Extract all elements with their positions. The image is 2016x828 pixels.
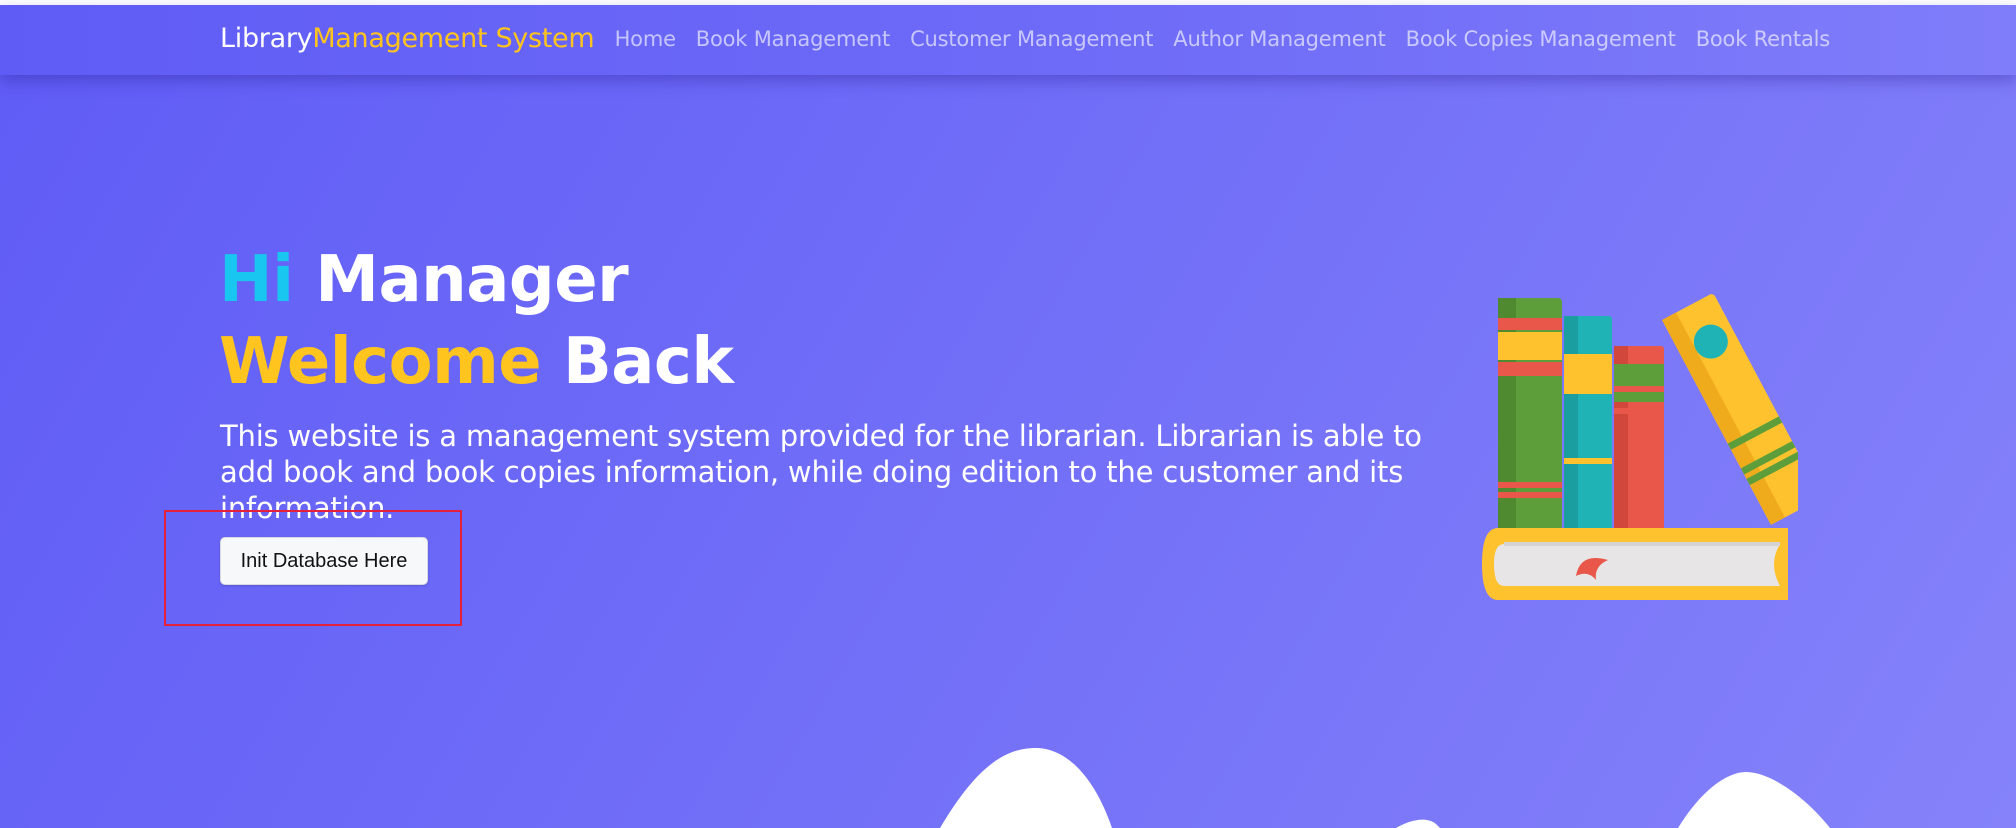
nav-link-book-management[interactable]: Book Management xyxy=(696,27,890,51)
hero-back: Back xyxy=(562,325,734,399)
nav-link-customer-management[interactable]: Customer Management xyxy=(910,27,1153,51)
brand-logo[interactable]: LibraryManagement System xyxy=(220,23,595,54)
hero-welcome: Welcome Back xyxy=(219,325,734,399)
hero-manager: Manager xyxy=(315,243,629,317)
navbar: LibraryManagement System Home Book Manag… xyxy=(0,5,2016,75)
hero-greeting: Hi Manager xyxy=(219,243,629,317)
books-illustration xyxy=(1482,294,1798,600)
brand-part-library: Library xyxy=(220,23,313,54)
nav-menu: Home Book Management Customer Management… xyxy=(615,27,1831,51)
highlight-box xyxy=(164,510,462,626)
nav-link-home[interactable]: Home xyxy=(615,27,676,51)
nav-link-book-copies-management[interactable]: Book Copies Management xyxy=(1406,27,1676,51)
nav-link-book-rentals[interactable]: Book Rentals xyxy=(1696,27,1830,51)
decorative-waves xyxy=(940,748,1830,828)
brand-part-management-system: Management System xyxy=(312,23,595,54)
hero-welcome-word: Welcome xyxy=(219,325,542,399)
hero-hi: Hi xyxy=(219,243,294,317)
nav-link-author-management[interactable]: Author Management xyxy=(1173,27,1386,51)
